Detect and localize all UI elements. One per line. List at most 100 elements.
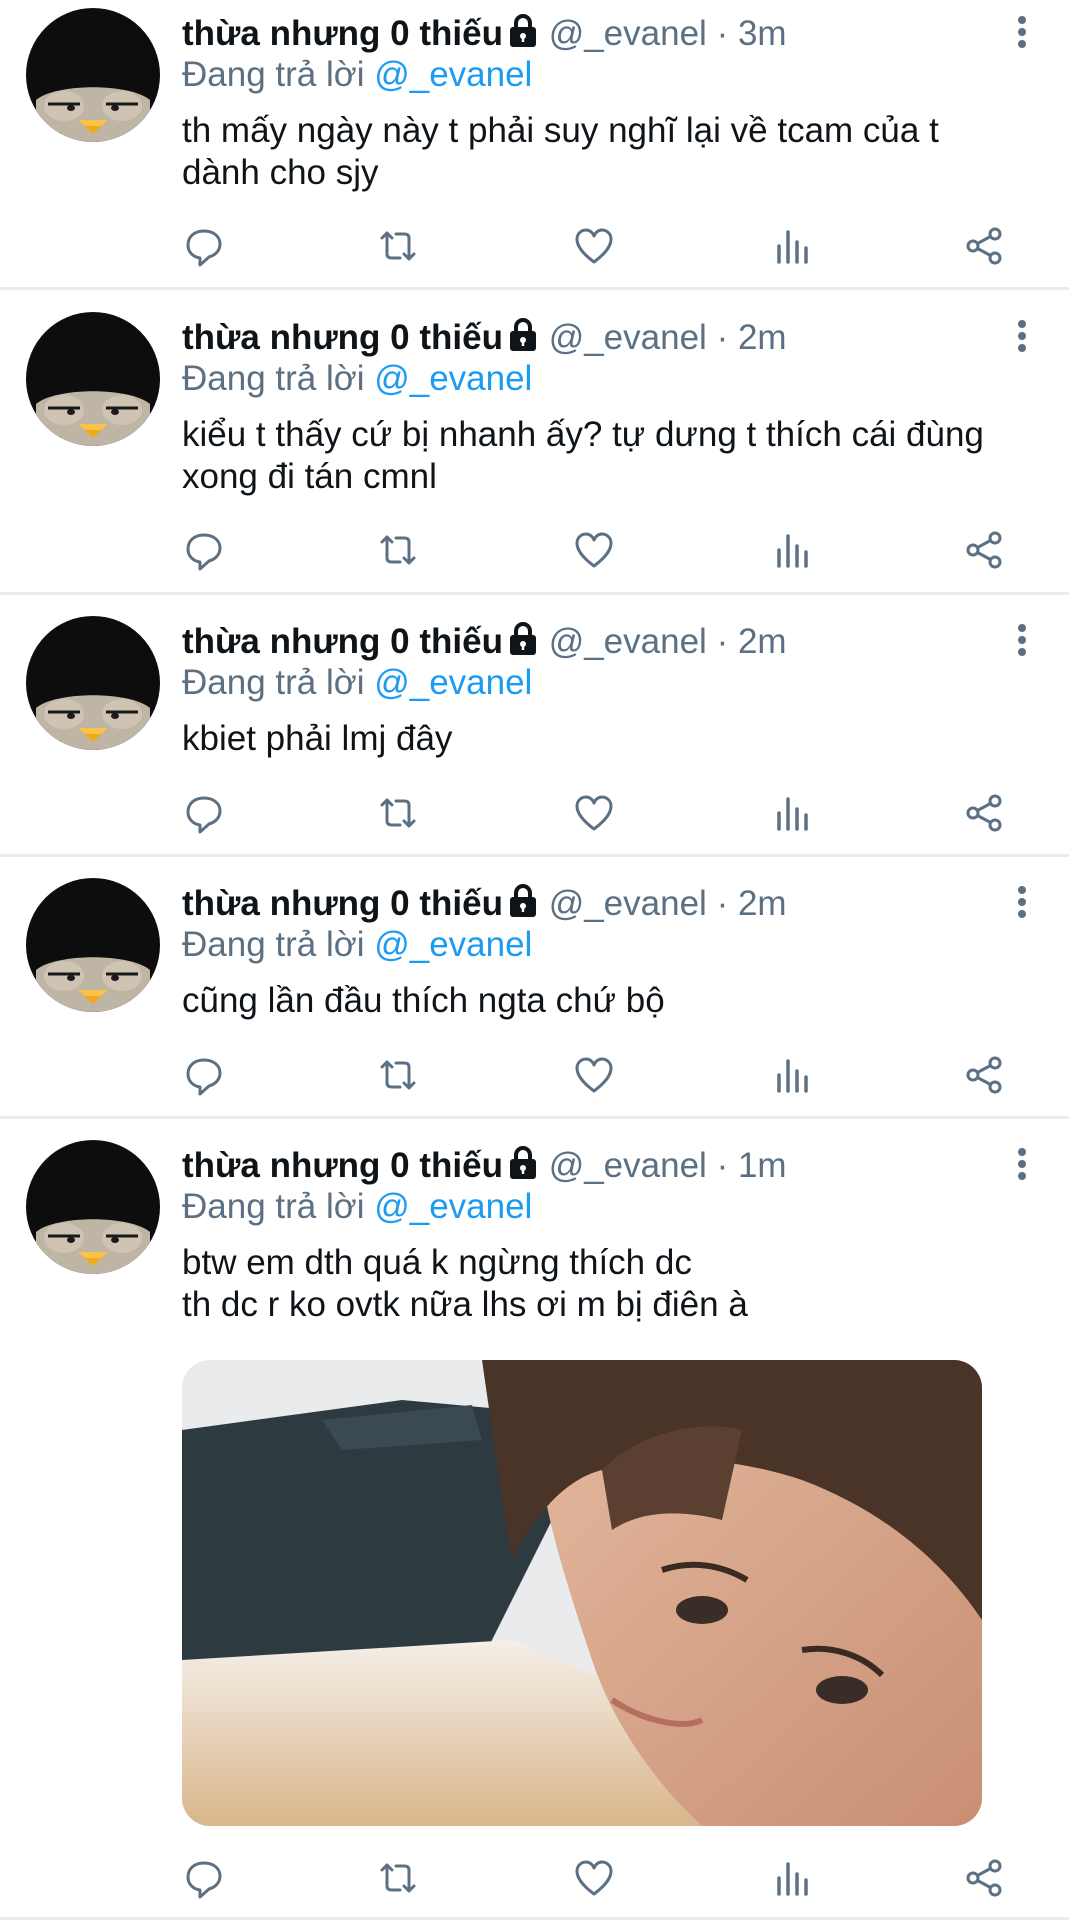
timestamp[interactable]: 2m [738, 318, 787, 357]
share-button[interactable] [962, 791, 1006, 835]
reply-icon [182, 791, 226, 835]
replying-to-handle-link[interactable]: @_evanel [374, 359, 532, 398]
analytics-icon [770, 791, 814, 835]
like-icon [572, 791, 616, 835]
penguin-face [26, 878, 160, 1012]
like-icon [572, 528, 616, 572]
penguin-face [26, 616, 160, 750]
avatar[interactable] [26, 616, 160, 750]
reply-button[interactable] [182, 1053, 226, 1097]
like-button[interactable] [572, 528, 616, 572]
analytics-icon [770, 1856, 814, 1900]
avatar[interactable] [26, 312, 160, 446]
user-handle[interactable]: @_evanel [549, 884, 707, 923]
tweet-actions [0, 1856, 1069, 1900]
analytics-button[interactable] [770, 224, 814, 268]
share-button[interactable] [962, 1856, 1006, 1900]
user-handle[interactable]: @_evanel [549, 622, 707, 661]
share-button[interactable] [962, 1053, 1006, 1097]
tweet[interactable]: thừa nhưng 0 thiếu @_evanel · 2m Đang tr… [0, 290, 1069, 595]
share-button[interactable] [962, 528, 1006, 572]
replying-to-line: Đang trả lời @_evanel [182, 1187, 532, 1227]
reply-button[interactable] [182, 791, 226, 835]
share-icon [962, 528, 1006, 572]
user-handle[interactable]: @_evanel [549, 318, 707, 357]
tweet[interactable]: thừa nhưng 0 thiếu @_evanel · 1m Đang tr… [0, 1119, 1069, 1920]
analytics-icon [770, 1053, 814, 1097]
replying-to-label: Đang trả lời [182, 925, 365, 964]
reply-icon [182, 224, 226, 268]
penguin-face [26, 312, 160, 446]
replying-to-label: Đang trả lời [182, 1187, 365, 1226]
display-name[interactable]: thừa nhưng 0 thiếu [182, 1146, 503, 1185]
display-name[interactable]: thừa nhưng 0 thiếu [182, 14, 503, 53]
display-name[interactable]: thừa nhưng 0 thiếu [182, 622, 503, 661]
user-handle[interactable]: @_evanel [549, 1146, 707, 1185]
tweet[interactable]: thừa nhưng 0 thiếu @_evanel · 2m Đang tr… [0, 595, 1069, 857]
replying-to-line: Đang trả lời @_evanel [182, 359, 532, 399]
analytics-button[interactable] [770, 1053, 814, 1097]
user-handle[interactable]: @_evanel [549, 14, 707, 53]
lock-icon [507, 621, 539, 657]
tweet-text: kbiet phải lmj đây [182, 718, 1029, 760]
tweet-text-line: th mấy ngày này t phải suy nghĩ lại về t… [182, 111, 939, 150]
retweet-button[interactable] [376, 224, 420, 268]
more-options-icon[interactable] [1015, 620, 1029, 660]
retweet-button[interactable] [376, 1856, 420, 1900]
avatar[interactable] [26, 878, 160, 1012]
like-button[interactable] [572, 1856, 616, 1900]
replying-to-handle-link[interactable]: @_evanel [374, 1187, 532, 1226]
tweet-text-line: xong đi tán cmnl [182, 457, 437, 496]
more-options-icon[interactable] [1015, 882, 1029, 922]
separator-dot: · [716, 14, 729, 53]
share-button[interactable] [962, 224, 1006, 268]
reply-button[interactable] [182, 224, 226, 268]
reply-button[interactable] [182, 1856, 226, 1900]
analytics-button[interactable] [770, 791, 814, 835]
timestamp[interactable]: 2m [738, 884, 787, 923]
tweet[interactable]: thừa nhưng 0 thiếu @_evanel · 3m Đang tr… [0, 0, 1069, 290]
retweet-icon [376, 528, 420, 572]
retweet-button[interactable] [376, 528, 420, 572]
timestamp[interactable]: 3m [738, 14, 787, 53]
replying-to-handle-link[interactable]: @_evanel [374, 55, 532, 94]
more-options-icon[interactable] [1015, 12, 1029, 52]
like-icon [572, 224, 616, 268]
tweet-header: thừa nhưng 0 thiếu @_evanel · 2m [182, 883, 999, 923]
tweet-media-photo[interactable] [182, 1360, 982, 1826]
tweet-actions [0, 1053, 1069, 1097]
more-options-icon[interactable] [1015, 316, 1029, 356]
lock-icon [507, 13, 539, 49]
reply-button[interactable] [182, 528, 226, 572]
share-icon [962, 224, 1006, 268]
like-button[interactable] [572, 791, 616, 835]
display-name[interactable]: thừa nhưng 0 thiếu [182, 318, 503, 357]
tweet-header: thừa nhưng 0 thiếu @_evanel · 3m [182, 13, 999, 53]
lock-icon [507, 1145, 539, 1181]
replying-to-handle-link[interactable]: @_evanel [374, 663, 532, 702]
tweet-actions [0, 528, 1069, 572]
more-options-icon[interactable] [1015, 1144, 1029, 1184]
retweet-button[interactable] [376, 1053, 420, 1097]
tweet[interactable]: thừa nhưng 0 thiếu @_evanel · 2m Đang tr… [0, 857, 1069, 1119]
share-icon [962, 1856, 1006, 1900]
tweet-text: kiểu t thấy cứ bị nhanh ấy? tự dưng t th… [182, 414, 1029, 498]
tweet-text-line: kiểu t thấy cứ bị nhanh ấy? tự dưng t th… [182, 415, 984, 454]
analytics-button[interactable] [770, 528, 814, 572]
separator-dot: · [716, 622, 729, 661]
timestamp[interactable]: 1m [738, 1146, 787, 1185]
tweet-header: thừa nhưng 0 thiếu @_evanel · 1m [182, 1145, 999, 1185]
display-name[interactable]: thừa nhưng 0 thiếu [182, 884, 503, 923]
analytics-button[interactable] [770, 1856, 814, 1900]
avatar[interactable] [26, 1140, 160, 1274]
tweet-actions [0, 791, 1069, 835]
like-button[interactable] [572, 1053, 616, 1097]
retweet-button[interactable] [376, 791, 420, 835]
like-button[interactable] [572, 224, 616, 268]
replying-to-handle-link[interactable]: @_evanel [374, 925, 532, 964]
avatar[interactable] [26, 8, 160, 142]
replying-to-line: Đang trả lời @_evanel [182, 925, 532, 965]
replying-to-line: Đang trả lời @_evanel [182, 663, 532, 703]
timestamp[interactable]: 2m [738, 622, 787, 661]
replying-to-line: Đang trả lời @_evanel [182, 55, 532, 95]
